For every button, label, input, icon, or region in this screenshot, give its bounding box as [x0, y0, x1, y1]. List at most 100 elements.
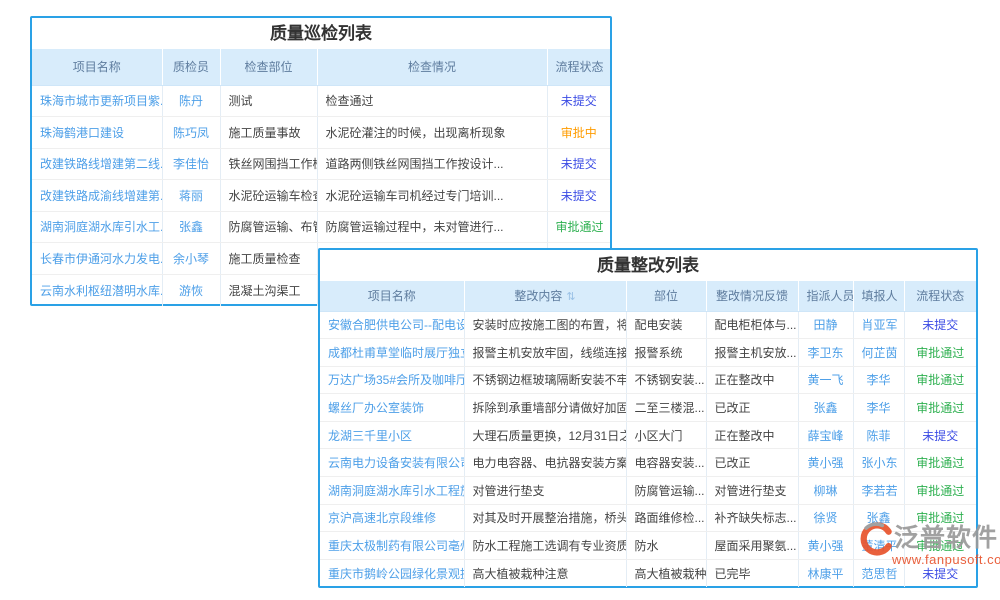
column-header-label: 填报人	[862, 289, 898, 303]
cell-流程状态: 审批通过	[904, 477, 976, 505]
cell-整改情况反馈: 补齐缺失标志...	[706, 504, 798, 532]
cell-项目名称[interactable]: 重庆太极制药有限公司亳州中...	[320, 532, 464, 560]
cell-填报人[interactable]: 李若若	[853, 477, 904, 505]
cell-填报人[interactable]: 李华	[853, 366, 904, 394]
cell-指派人员[interactable]: 李卫东	[798, 339, 853, 367]
cell-流程状态: 未提交	[547, 148, 610, 180]
column-header-label: 项目名称	[73, 60, 121, 74]
column-header-检查部位: 检查部位	[220, 49, 317, 85]
cell-整改内容: 报警主机安放牢固，线缆连接...	[464, 339, 626, 367]
table-row: 改建铁路成渝线增建第...蒋丽水泥砼运输车检查水泥砼运输车司机经过专门培训...…	[32, 180, 610, 212]
cell-质检员[interactable]: 余小琴	[162, 243, 220, 275]
column-header-label: 流程状态	[916, 289, 964, 303]
cell-指派人员[interactable]: 张鑫	[798, 394, 853, 422]
cell-检查情况: 防腐管运输过程中，未对管进行...	[317, 211, 547, 243]
table-row: 湖南洞庭湖水库引水工程施工I标对管进行垫支防腐管运输...对管进行垫支柳琳李若若…	[320, 477, 976, 505]
cell-填报人[interactable]: 李华	[853, 394, 904, 422]
cell-填报人[interactable]: 何芷茵	[853, 339, 904, 367]
column-header-项目名称: 项目名称	[320, 281, 464, 311]
cell-项目名称[interactable]: 改建铁路成渝线增建第...	[32, 180, 162, 212]
cell-项目名称[interactable]: 湖南洞庭湖水库引水工...	[32, 211, 162, 243]
cell-项目名称[interactable]: 龙湖三千里小区	[320, 421, 464, 449]
table-row: 螺丝厂办公室装饰拆除到承重墙部分请做好加固...二至三楼混...已改正张鑫李华审…	[320, 394, 976, 422]
cell-检查部位: 施工质量检查	[220, 243, 317, 275]
cell-项目名称[interactable]: 云南水利枢纽潜明水库...	[32, 274, 162, 306]
cell-项目名称[interactable]: 长春市伊通河水力发电...	[32, 243, 162, 275]
cell-整改情况反馈: 报警主机安放...	[706, 339, 798, 367]
cell-流程状态: 未提交	[904, 421, 976, 449]
cell-整改情况反馈: 正在整改中	[706, 366, 798, 394]
cell-流程状态: 审批通过	[904, 339, 976, 367]
cell-部位: 配电安装	[626, 311, 706, 339]
cell-指派人员[interactable]: 林康平	[798, 559, 853, 587]
cell-指派人员[interactable]: 黄小强	[798, 449, 853, 477]
watermark: 泛普软件 www.fanpusoft.com	[858, 520, 998, 567]
cell-整改内容: 防水工程施工选调有专业资质...	[464, 532, 626, 560]
cell-项目名称[interactable]: 成都杜甫草堂临时展厅独立展...	[320, 339, 464, 367]
sort-icon[interactable]: ⇅	[566, 291, 575, 303]
cell-质检员[interactable]: 陈巧凤	[162, 117, 220, 149]
column-header-检查情况: 检查情况	[317, 49, 547, 85]
cell-指派人员[interactable]: 田静	[798, 311, 853, 339]
cell-整改内容: 拆除到承重墙部分请做好加固...	[464, 394, 626, 422]
cell-检查情况: 水泥砼灌注的时候，出现离析现象	[317, 117, 547, 149]
cell-项目名称[interactable]: 万达广场35#会所及咖啡厅空...	[320, 366, 464, 394]
cell-检查部位: 测试	[220, 85, 317, 117]
cell-检查部位: 铁丝网围挡工作检查	[220, 148, 317, 180]
cell-指派人员[interactable]: 薛宝峰	[798, 421, 853, 449]
cell-质检员[interactable]: 张鑫	[162, 211, 220, 243]
table-row: 改建铁路线增建第二线...李佳怡铁丝网围挡工作检查道路两侧铁丝网围挡工作按设计.…	[32, 148, 610, 180]
cell-流程状态: 审批通过	[904, 449, 976, 477]
table-row: 湖南洞庭湖水库引水工...张鑫防腐管运输、布管防腐管运输过程中，未对管进行...…	[32, 211, 610, 243]
cell-部位: 高大植被栽种	[626, 559, 706, 587]
cell-指派人员[interactable]: 黄一飞	[798, 366, 853, 394]
column-header-指派人员: 指派人员	[798, 281, 853, 311]
column-header-label: 检查情况	[408, 60, 456, 74]
column-header-质检员: 质检员	[162, 49, 220, 85]
cell-部位: 防水	[626, 532, 706, 560]
cell-项目名称[interactable]: 重庆市鹅岭公园绿化景观提升...	[320, 559, 464, 587]
cell-质检员[interactable]: 李佳怡	[162, 148, 220, 180]
cell-部位: 路面维修检...	[626, 504, 706, 532]
cell-整改内容: 对其及时开展整治措施，桥头...	[464, 504, 626, 532]
cell-流程状态: 未提交	[547, 180, 610, 212]
cell-填报人[interactable]: 肖亚军	[853, 311, 904, 339]
cell-流程状态: 审批通过	[904, 394, 976, 422]
fanpu-crescent-logo-icon	[858, 520, 894, 556]
cell-整改内容: 电力电容器、电抗器安装方案,...	[464, 449, 626, 477]
cell-项目名称[interactable]: 珠海市城市更新项目紫...	[32, 85, 162, 117]
table-row: 成都杜甫草堂临时展厅独立展...报警主机安放牢固，线缆连接...报警系统报警主机…	[320, 339, 976, 367]
column-header-流程状态: 流程状态	[547, 49, 610, 85]
column-header-label: 质检员	[173, 60, 209, 74]
cell-整改情况反馈: 屋面采用聚氨...	[706, 532, 798, 560]
cell-质检员[interactable]: 蒋丽	[162, 180, 220, 212]
cell-指派人员[interactable]: 柳琳	[798, 477, 853, 505]
cell-指派人员[interactable]: 黄小强	[798, 532, 853, 560]
column-header-整改情况反馈: 整改情况反馈	[706, 281, 798, 311]
cell-检查部位: 防腐管运输、布管	[220, 211, 317, 243]
cell-项目名称[interactable]: 安徽合肥供电公司--配电设备...	[320, 311, 464, 339]
column-header-填报人: 填报人	[853, 281, 904, 311]
cell-流程状态: 审批通过	[547, 211, 610, 243]
cell-项目名称[interactable]: 珠海鹤港口建设	[32, 117, 162, 149]
table-row: 龙湖三千里小区大理石质量更换，12月31日之...小区大门正在整改中薛宝峰陈菲未…	[320, 421, 976, 449]
table-row: 珠海市城市更新项目紫...陈丹测试检查通过未提交	[32, 85, 610, 117]
cell-填报人[interactable]: 张小东	[853, 449, 904, 477]
quality-inspection-title: 质量巡检列表	[32, 18, 610, 49]
column-header-整改内容[interactable]: 整改内容⇅	[464, 281, 626, 311]
cell-质检员[interactable]: 游恢	[162, 274, 220, 306]
cell-检查情况: 检查通过	[317, 85, 547, 117]
cell-质检员[interactable]: 陈丹	[162, 85, 220, 117]
cell-项目名称[interactable]: 京沪高速北京段维修	[320, 504, 464, 532]
cell-项目名称[interactable]: 湖南洞庭湖水库引水工程施工I标	[320, 477, 464, 505]
table-row: 珠海鹤港口建设陈巧凤施工质量事故水泥砼灌注的时候，出现离析现象审批中	[32, 117, 610, 149]
header-row: 项目名称 质检员检查部位 检查情况 流程状态	[32, 49, 610, 85]
cell-填报人[interactable]: 陈菲	[853, 421, 904, 449]
cell-项目名称[interactable]: 改建铁路线增建第二线...	[32, 148, 162, 180]
column-header-流程状态: 流程状态	[904, 281, 976, 311]
cell-部位: 电容器安装...	[626, 449, 706, 477]
cell-项目名称[interactable]: 螺丝厂办公室装饰	[320, 394, 464, 422]
cell-整改内容: 高大植被栽种注意	[464, 559, 626, 587]
cell-项目名称[interactable]: 云南电力设备安装有限公司20...	[320, 449, 464, 477]
cell-指派人员[interactable]: 徐贤	[798, 504, 853, 532]
